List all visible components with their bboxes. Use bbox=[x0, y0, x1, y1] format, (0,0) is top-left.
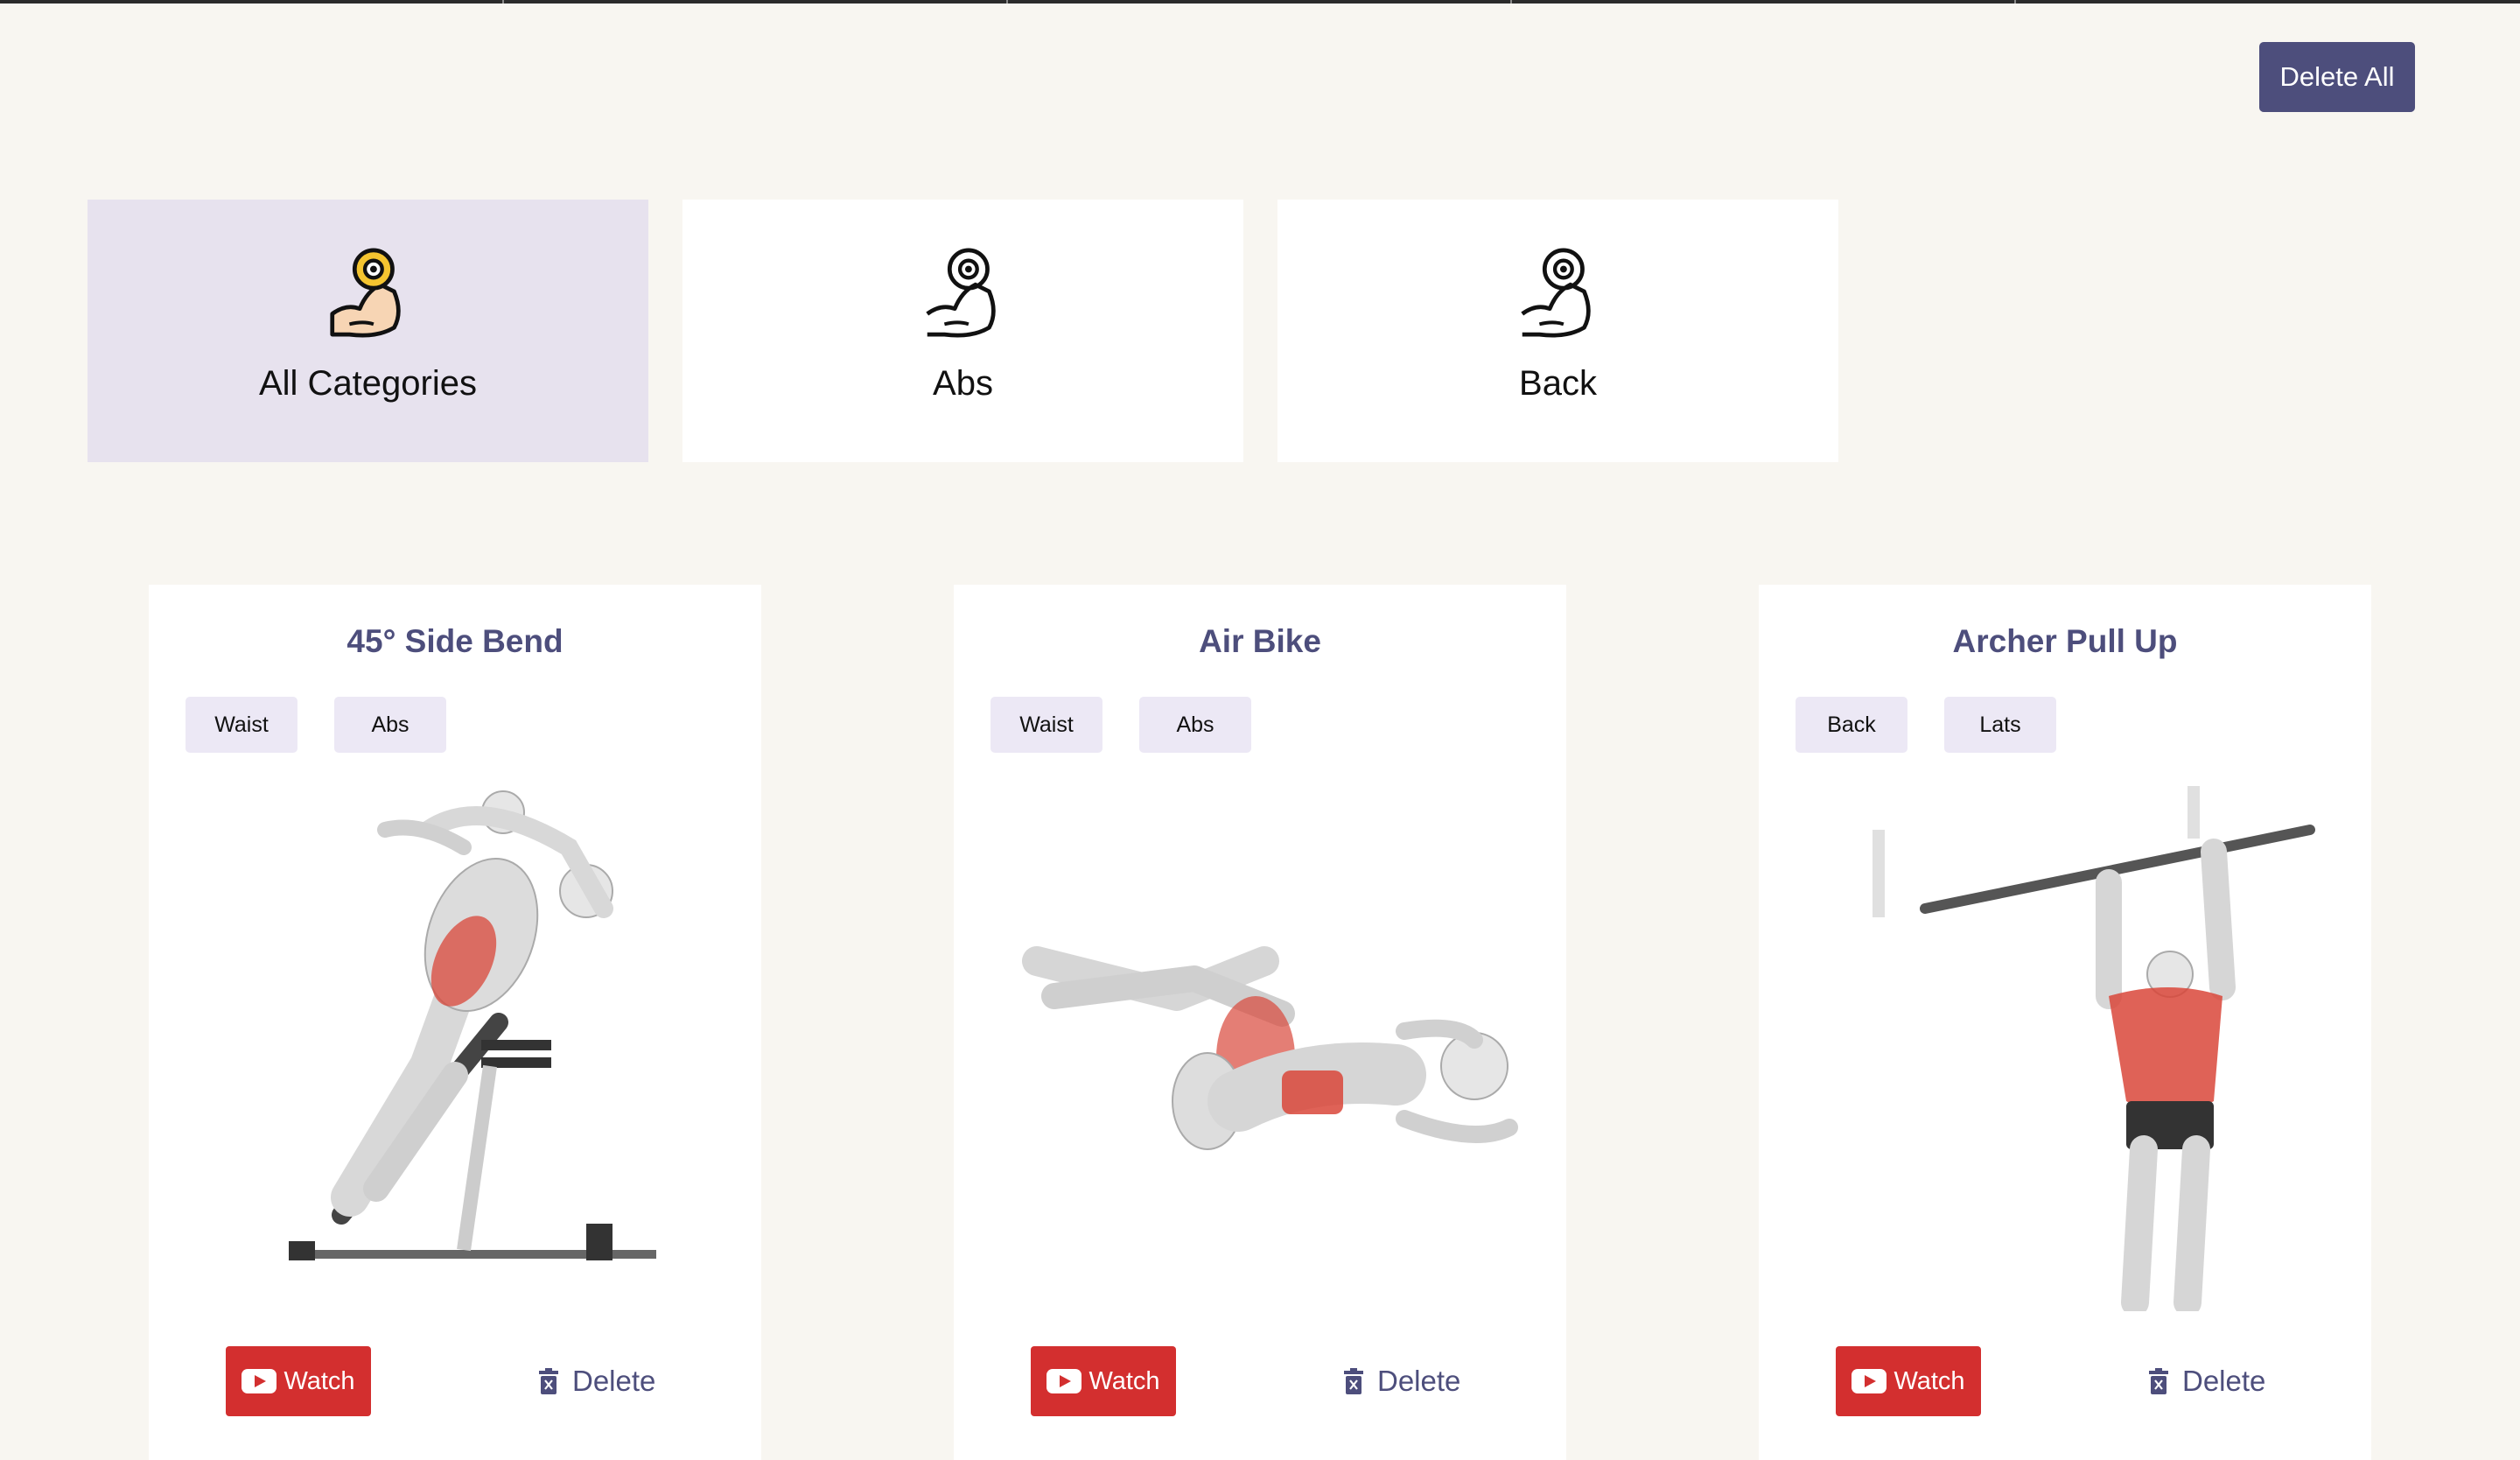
tag-waist[interactable]: Waist bbox=[186, 697, 298, 753]
tag-waist[interactable]: Waist bbox=[990, 697, 1102, 753]
archer-pull-up-illustration bbox=[1872, 786, 2315, 1311]
tag-abs[interactable]: Abs bbox=[334, 697, 446, 753]
exercise-card-air-bike: Air Bike Waist Abs Watch Delete bbox=[954, 585, 1566, 1460]
category-label: All Categories bbox=[258, 364, 477, 403]
flexed-bicep-dumbbell-icon bbox=[925, 248, 996, 338]
flexed-bicep-dumbbell-icon bbox=[329, 248, 401, 338]
youtube-icon bbox=[1852, 1369, 1887, 1393]
watch-button[interactable]: Watch bbox=[1031, 1346, 1176, 1416]
exercise-card-archer-pull-up: Archer Pull Up Back Lats Watch Delete bbox=[1759, 585, 2371, 1460]
watch-button[interactable]: Watch bbox=[226, 1346, 371, 1416]
exercise-title: 45° Side Bend bbox=[346, 623, 564, 659]
flexed-bicep-dumbbell-icon bbox=[1520, 248, 1591, 338]
category-label: Back bbox=[1519, 364, 1597, 403]
delete-button[interactable]: Delete bbox=[2149, 1346, 2265, 1416]
category-abs[interactable]: Abs bbox=[682, 200, 1243, 462]
exercise-title: Archer Pull Up bbox=[1952, 623, 2178, 659]
delete-label: Delete bbox=[2182, 1365, 2266, 1397]
watch-label: Watch bbox=[1088, 1366, 1160, 1395]
tag-lats[interactable]: Lats bbox=[1944, 697, 2056, 753]
delete-label: Delete bbox=[572, 1365, 656, 1397]
trash-icon bbox=[1344, 1368, 1363, 1394]
delete-label: Delete bbox=[1377, 1365, 1461, 1397]
air-bike-illustration bbox=[1022, 946, 1518, 1150]
watch-label: Watch bbox=[284, 1366, 355, 1395]
youtube-icon bbox=[1046, 1369, 1082, 1393]
category-back[interactable]: Back bbox=[1278, 200, 1838, 462]
watch-label: Watch bbox=[1894, 1366, 1965, 1395]
exercise-title: Air Bike bbox=[1199, 623, 1321, 659]
trash-icon bbox=[539, 1368, 558, 1394]
tag-abs[interactable]: Abs bbox=[1139, 697, 1251, 753]
trash-icon bbox=[2149, 1368, 2168, 1394]
side-bend-illustration bbox=[289, 790, 656, 1260]
delete-all-button[interactable]: Delete All bbox=[2259, 42, 2415, 112]
category-all-categories[interactable]: All Categories bbox=[88, 200, 648, 462]
delete-button[interactable]: Delete bbox=[539, 1346, 655, 1416]
exercise-card-side-bend: 45° Side Bend Waist Abs Watch Delete bbox=[149, 585, 761, 1460]
watch-button[interactable]: Watch bbox=[1836, 1346, 1981, 1416]
tag-back[interactable]: Back bbox=[1796, 697, 1908, 753]
top-border bbox=[0, 0, 2520, 4]
youtube-icon bbox=[242, 1369, 277, 1393]
delete-button[interactable]: Delete bbox=[1344, 1346, 1460, 1416]
category-label: Abs bbox=[933, 364, 993, 403]
